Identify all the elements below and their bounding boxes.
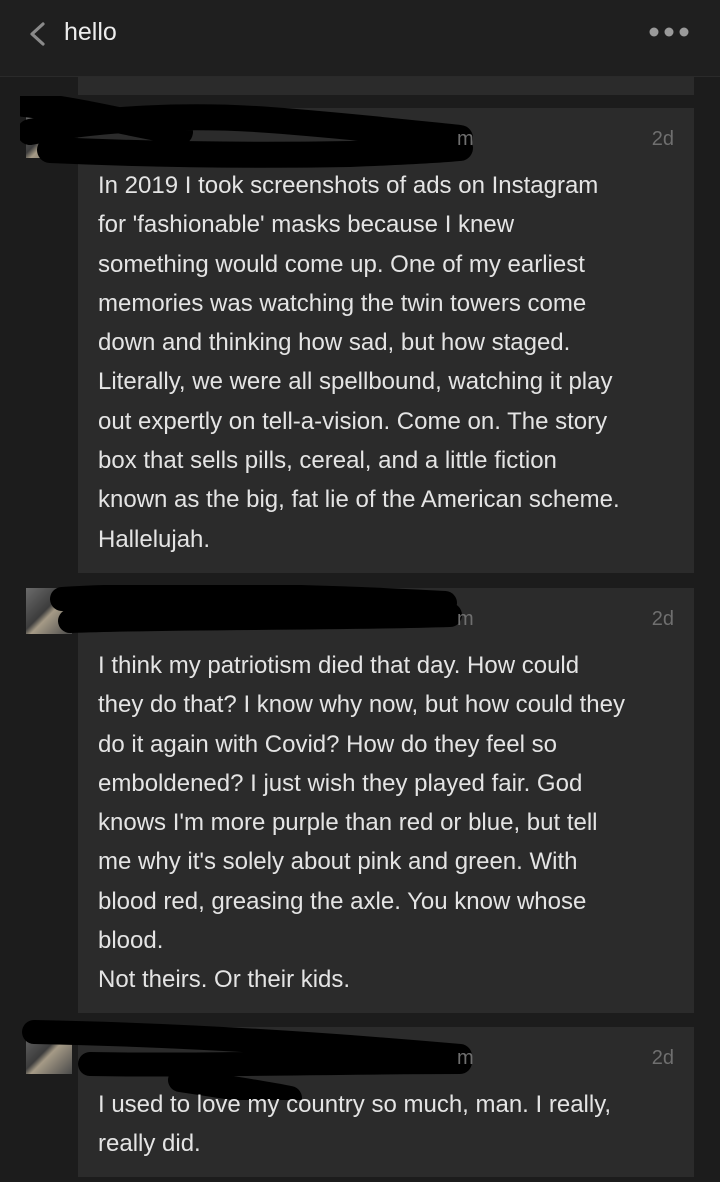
comment-text: I used to love my country so much, man. …	[98, 1091, 612, 1158]
comment-timestamp: 2d	[651, 1047, 674, 1069]
chevron-left-icon[interactable]	[26, 20, 50, 48]
author-name[interactable]: m	[457, 128, 474, 151]
comment-timestamp: 2d	[651, 608, 674, 630]
author-name[interactable]: m	[457, 608, 474, 631]
redaction-scribble	[50, 585, 462, 633]
top-bar: hello	[0, 0, 720, 77]
page-title: hello	[64, 18, 117, 46]
more-horizontal-icon[interactable]	[648, 22, 690, 42]
redaction-scribble	[20, 96, 473, 168]
comment-text: In 2019 I took screenshots of ads on Ins…	[98, 172, 620, 553]
previous-comment-edge	[78, 77, 694, 95]
comment-text: I think my patriotism died that day. How…	[98, 652, 625, 994]
author-name[interactable]: m	[457, 1047, 474, 1070]
comment-timestamp: 2d	[651, 128, 674, 150]
